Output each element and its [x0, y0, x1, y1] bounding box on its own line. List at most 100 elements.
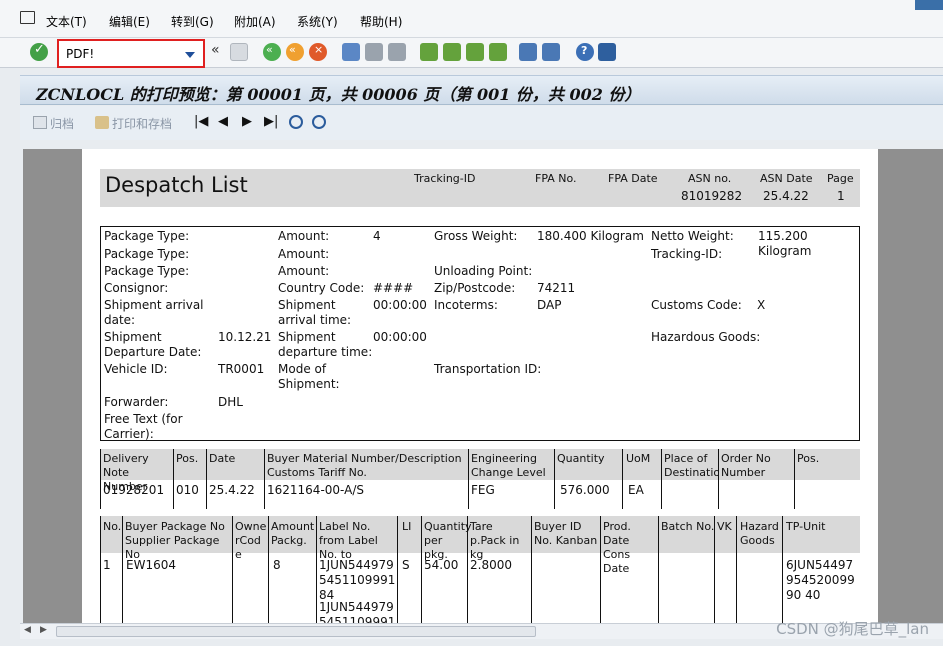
document-header: Despatch List Tracking-ID FPA No. FPA Da…: [100, 169, 860, 207]
consignor-label: Consignor:: [104, 281, 169, 295]
back-icon[interactable]: «: [263, 43, 281, 61]
cancel-icon[interactable]: ×: [309, 43, 327, 61]
previous-page-icon[interactable]: [443, 43, 461, 61]
value-asn-date: 25.4.22: [763, 189, 809, 203]
departure-date-label: Shipment Departure Date:: [104, 330, 202, 359]
vehicle-id-label: Vehicle ID:: [104, 362, 168, 376]
collapse-icon[interactable]: «: [211, 42, 220, 58]
save-icon[interactable]: [230, 43, 248, 61]
new-session-icon[interactable]: [519, 43, 537, 61]
amount-label: Amount:: [278, 229, 330, 243]
last-page-icon[interactable]: [489, 43, 507, 61]
help-icon[interactable]: ?: [576, 43, 594, 61]
incoterms-value: DAP: [537, 298, 562, 312]
menu-edit[interactable]: 编辑(E): [109, 13, 150, 30]
column-header: Place of Destinatio: [664, 452, 718, 479]
table-cell: 8: [273, 558, 281, 572]
hazardous-goods-label: Hazardous Goods:: [651, 330, 761, 344]
table-cell: 1621164-00-A/S: [267, 483, 364, 497]
table-cell: EW1604: [126, 558, 176, 572]
window-corner: [915, 0, 943, 10]
column-header: Date: [209, 452, 236, 465]
label-fpa-no: FPA No.: [535, 172, 577, 185]
previous-page-icon[interactable]: ◀: [218, 114, 228, 129]
column-header: LI: [402, 520, 412, 533]
find-next-icon[interactable]: [388, 43, 406, 61]
zoom-out-icon[interactable]: [312, 115, 326, 129]
document-page: Despatch List Tracking-ID FPA No. FPA Da…: [82, 149, 878, 623]
gross-weight-value: 180.400 Kilogram: [537, 229, 644, 243]
column-header: Pos.: [176, 452, 199, 465]
menu-system[interactable]: 系统(Y): [297, 13, 338, 30]
table-cell: 01928201: [103, 483, 165, 497]
menu-extras[interactable]: 附加(A): [234, 13, 276, 30]
page-title: ZCNLOCL 的打印预览：第 00001 页，共 00006 页（第 001 …: [36, 85, 641, 104]
column-header: Quantity per pkg.: [424, 520, 472, 561]
table-cell: 54.00: [424, 558, 459, 572]
arrival-time-label: Shipment arrival time:: [278, 298, 352, 327]
document-heading: Despatch List: [105, 173, 248, 197]
column-header: Buyer Material Number/Description Custom…: [267, 452, 462, 479]
column-header: Engineering Change Level: [471, 452, 546, 479]
chevron-down-icon[interactable]: [185, 52, 195, 58]
column-header: TP-Unit: [786, 520, 826, 533]
label-asn-no: ASN no.: [688, 172, 732, 185]
column-header: Pos.: [797, 452, 820, 465]
scroll-thumb[interactable]: [56, 626, 536, 637]
menu-icon[interactable]: [20, 11, 35, 24]
departure-time-label: Shipment departure time:: [278, 330, 373, 359]
next-page-icon[interactable]: [466, 43, 484, 61]
exit-icon[interactable]: «: [286, 43, 304, 61]
last-page-icon[interactable]: ▶|: [264, 114, 278, 129]
column-header: Batch No.: [661, 520, 715, 533]
print-preview-area[interactable]: Despatch List Tracking-ID FPA No. FPA Da…: [23, 149, 943, 623]
forwarder-label: Forwarder:: [104, 395, 169, 409]
column-header: UoM: [626, 452, 651, 465]
zip-value: 74211: [537, 281, 576, 295]
country-code-value: ####: [373, 281, 414, 295]
forwarder-value: DHL: [218, 395, 243, 409]
menu-help[interactable]: 帮助(H): [360, 13, 402, 30]
shortcut-icon[interactable]: [542, 43, 560, 61]
customs-code-label: Customs Code:: [651, 298, 742, 312]
print-icon[interactable]: [342, 43, 360, 61]
application-toolbar: 归档 打印和存档 |◀ ◀ ▶ ▶|: [20, 106, 943, 140]
scroll-right-icon[interactable]: ▶: [40, 625, 47, 635]
menu-goto[interactable]: 转到(G): [171, 13, 214, 30]
column-header: Owne rCode: [235, 520, 267, 561]
incoterms-label: Incoterms:: [434, 298, 498, 312]
print-archive-button[interactable]: 打印和存档: [112, 115, 172, 132]
next-page-icon[interactable]: ▶: [242, 114, 252, 129]
table-cell: S: [402, 558, 410, 572]
netto-weight-label: Netto Weight:: [651, 229, 734, 243]
table-cell: EA: [628, 483, 644, 497]
zoom-in-icon[interactable]: [289, 115, 303, 129]
column-header: Hazard Goods: [740, 520, 779, 547]
package-table: No. Buyer Package No Supplier Package No…: [100, 516, 860, 623]
command-field[interactable]: PDF!: [57, 39, 205, 68]
column-header: Buyer ID No. Kanban: [534, 520, 598, 547]
first-page-icon[interactable]: |◀: [194, 114, 208, 129]
menu-text[interactable]: 文本(T): [46, 13, 87, 30]
table-cell: FEG: [471, 483, 495, 497]
table-cell: 576.000: [560, 483, 610, 497]
first-page-icon[interactable]: [420, 43, 438, 61]
package-type-label: Package Type:: [104, 264, 190, 278]
table-cell: 010: [176, 483, 199, 497]
zip-label: Zip/Postcode:: [434, 281, 516, 295]
customs-code-value: X: [757, 298, 766, 312]
label-tracking-id: Tracking-ID: [414, 172, 476, 185]
table-cell: 6JUN5449795452009990 40: [786, 558, 855, 602]
layout-icon[interactable]: [598, 43, 616, 61]
column-header: Buyer Package No Supplier Package No: [125, 520, 225, 561]
column-header: Label No. from Label No. to: [319, 520, 378, 561]
enter-icon[interactable]: ✓: [30, 42, 48, 61]
value-asn-no: 81019282: [681, 189, 743, 203]
standard-toolbar: ✓ PDF! « « « × ?: [0, 38, 943, 68]
table-cell: 1: [103, 558, 111, 572]
scroll-left-icon[interactable]: ◀: [24, 625, 31, 635]
title-bar: ZCNLOCL 的打印预览：第 00001 页，共 00006 页（第 001 …: [20, 75, 943, 105]
archive-icon: [33, 116, 47, 129]
archive-button[interactable]: 归档: [50, 115, 74, 132]
find-icon[interactable]: [365, 43, 383, 61]
